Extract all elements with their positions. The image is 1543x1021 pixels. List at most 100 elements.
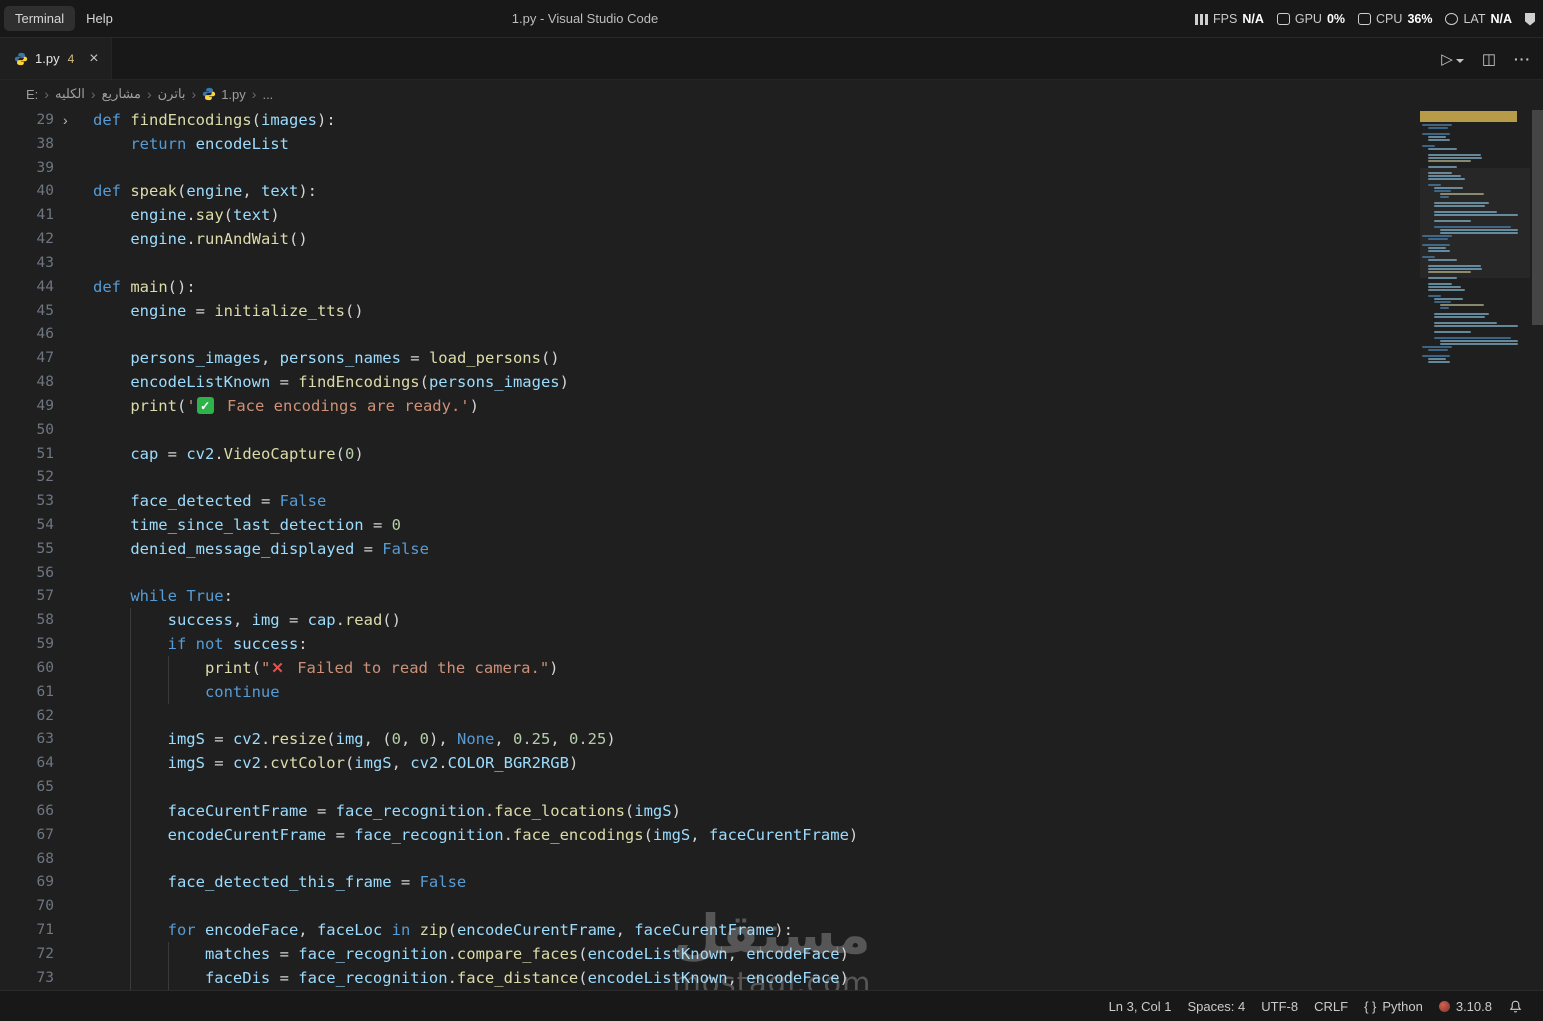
token: not	[195, 635, 233, 654]
token: persons_names	[279, 349, 401, 368]
minimap-row	[1422, 151, 1530, 153]
code-line-68[interactable]: 68	[0, 846, 1543, 871]
code-line-46[interactable]: 46	[0, 322, 1543, 346]
code-line-66[interactable]: 66 faceCurentFrame = face_recognition. fac…	[0, 799, 1543, 823]
minimap-row	[1428, 277, 1457, 279]
token: encodeList	[195, 134, 289, 153]
token: ,	[690, 825, 709, 844]
minimap[interactable]	[1420, 108, 1530, 373]
code-line-53[interactable]: 53 face_detected = False	[0, 489, 1543, 513]
code-line-47[interactable]: 47 persons_images, persons_names = load_p…	[0, 346, 1543, 370]
code-line-63[interactable]: 63 imgS = cv2. resize(img, (0, 0), None, 0…	[0, 727, 1543, 752]
chevron-icon: ›	[146, 86, 152, 102]
token: ,	[615, 921, 635, 940]
fold-chevron-icon[interactable]: ›	[63, 112, 68, 128]
code-line-67[interactable]: 67 encodeCurentFrame = face_recognition. f…	[0, 822, 1543, 847]
token: :	[223, 587, 233, 606]
token: =	[270, 968, 299, 987]
breadcrumb-item[interactable]: مشاريع	[102, 86, 141, 102]
token: ,	[727, 944, 747, 963]
code-line-50[interactable]: 50	[0, 418, 1543, 442]
breadcrumb-item[interactable]: ...	[262, 87, 273, 102]
code-line-58[interactable]: 58 success, img = cap. read()	[0, 608, 1543, 633]
indent-guide	[93, 585, 130, 609]
token: False	[419, 873, 467, 892]
close-tab-icon[interactable]: ×	[89, 50, 98, 67]
code-line-39[interactable]: 39	[0, 156, 1543, 180]
line-number: 42	[36, 231, 54, 248]
perf-cpu: CPU 36%	[1358, 12, 1432, 26]
code-line-64[interactable]: 64 imgS = cv2. cvtColor(imgS, cv2. COLOR_BG…	[0, 751, 1543, 776]
code-line-40[interactable]: 40 def speak(engine, text):	[0, 179, 1543, 203]
code-line-70[interactable]: 70	[0, 894, 1543, 919]
token: encodeListKnown	[587, 944, 728, 963]
minimap-row	[1434, 190, 1452, 192]
token: denied_message_displayed	[130, 539, 355, 558]
minimap-row	[1434, 187, 1463, 189]
status-language-mode[interactable]: { } Python	[1356, 999, 1431, 1014]
tab-1py[interactable]: 1.py 4 ×	[0, 38, 112, 79]
line-number: 41	[36, 207, 54, 224]
code-line-69[interactable]: 69 face_detected_this_frame = False	[0, 870, 1543, 895]
token: encodeFace	[746, 944, 840, 963]
token: ():	[167, 277, 196, 296]
code-line-48[interactable]: 48 encodeListKnown = findEncodings(person…	[0, 370, 1543, 394]
code-line-72[interactable]: 72 matches = face_recognition. compare_fac…	[0, 941, 1543, 966]
token: (	[177, 182, 187, 201]
line-content: while True:	[93, 585, 233, 609]
code-line-52[interactable]: 52	[0, 465, 1543, 489]
code-line-57[interactable]: 57 while True:	[0, 585, 1543, 609]
menu-terminal[interactable]: Terminal	[4, 6, 76, 31]
code-line-43[interactable]: 43	[0, 251, 1543, 275]
token: face_recognition	[335, 801, 485, 820]
indent-guide	[93, 465, 130, 489]
scrollbar[interactable]	[1532, 110, 1543, 325]
code-line-49[interactable]: 49 print(' ✓ Face encodings are ready.')	[0, 394, 1543, 418]
line-content: encodeCurentFrame = face_recognition. fac…	[93, 822, 858, 847]
minimap-row	[1422, 163, 1530, 165]
status-cursor-position[interactable]: Ln 3, Col 1	[1101, 999, 1180, 1014]
code-line-61[interactable]: 61 continue	[0, 679, 1543, 704]
status-encoding[interactable]: UTF-8	[1253, 999, 1306, 1014]
token: time_since_last_detection	[130, 515, 364, 534]
code-line-45[interactable]: 45 engine = initialize_tts()	[0, 299, 1543, 323]
breadcrumb-item[interactable]: الكليه	[55, 86, 85, 102]
code-line-59[interactable]: 59 if not success:	[0, 632, 1543, 657]
split-editor-button[interactable]: ◫	[1482, 52, 1496, 67]
token: =	[400, 349, 429, 368]
menu-help[interactable]: Help	[75, 6, 124, 31]
code-line-55[interactable]: 55 denied_message_displayed = False	[0, 537, 1543, 561]
minimap-row	[1422, 181, 1530, 183]
line-content: success, img = cap. read()	[93, 608, 401, 633]
indent-guide	[130, 632, 167, 657]
breadcrumb-item[interactable]: 1.py	[202, 87, 246, 102]
code-line-65[interactable]: 65	[0, 775, 1543, 800]
status-indentation[interactable]: Spaces: 4	[1179, 999, 1253, 1014]
minimap-row	[1422, 223, 1530, 225]
line-content	[93, 561, 130, 585]
editor[interactable]: 29 › def findEncodings(images): 38 return en…	[0, 108, 1543, 990]
code-line-29[interactable]: 29 › def findEncodings(images):	[0, 108, 1543, 132]
token: .	[260, 730, 271, 749]
minimap-row	[1422, 319, 1530, 321]
run-button[interactable]: ▷	[1441, 52, 1464, 67]
code-line-62[interactable]: 62	[0, 703, 1543, 728]
code-line-42[interactable]: 42 engine. runAndWait()	[0, 227, 1543, 251]
token: face_detected	[130, 492, 252, 511]
breadcrumb-item[interactable]: E:	[26, 87, 38, 102]
code-line-60[interactable]: 60 print(" ✕ Failed to read the camera.")	[0, 656, 1543, 680]
code-line-73[interactable]: 73 faceDis = face_recognition. face_distan…	[0, 965, 1543, 990]
status-notifications[interactable]	[1500, 999, 1531, 1014]
code-line-71[interactable]: 71 for encodeFace, faceLoc in zip(encodeC…	[0, 918, 1543, 942]
status-python-version[interactable]: 3.10.8	[1431, 999, 1500, 1014]
code-line-56[interactable]: 56	[0, 561, 1543, 585]
code-line-44[interactable]: 44 def main ():	[0, 275, 1543, 299]
code-line-54[interactable]: 54 time_since_last_detection = 0	[0, 513, 1543, 537]
code-line-41[interactable]: 41 engine. say(text)	[0, 203, 1543, 227]
breadcrumb-item[interactable]: باترن	[158, 86, 186, 102]
code-line-38[interactable]: 38 return encodeList	[0, 132, 1543, 156]
code-line-51[interactable]: 51 cap = cv2. VideoCapture(0)	[0, 442, 1543, 466]
more-actions-button[interactable]: ···	[1514, 52, 1531, 66]
status-eol[interactable]: CRLF	[1306, 999, 1356, 1014]
indent-guide	[93, 823, 130, 847]
